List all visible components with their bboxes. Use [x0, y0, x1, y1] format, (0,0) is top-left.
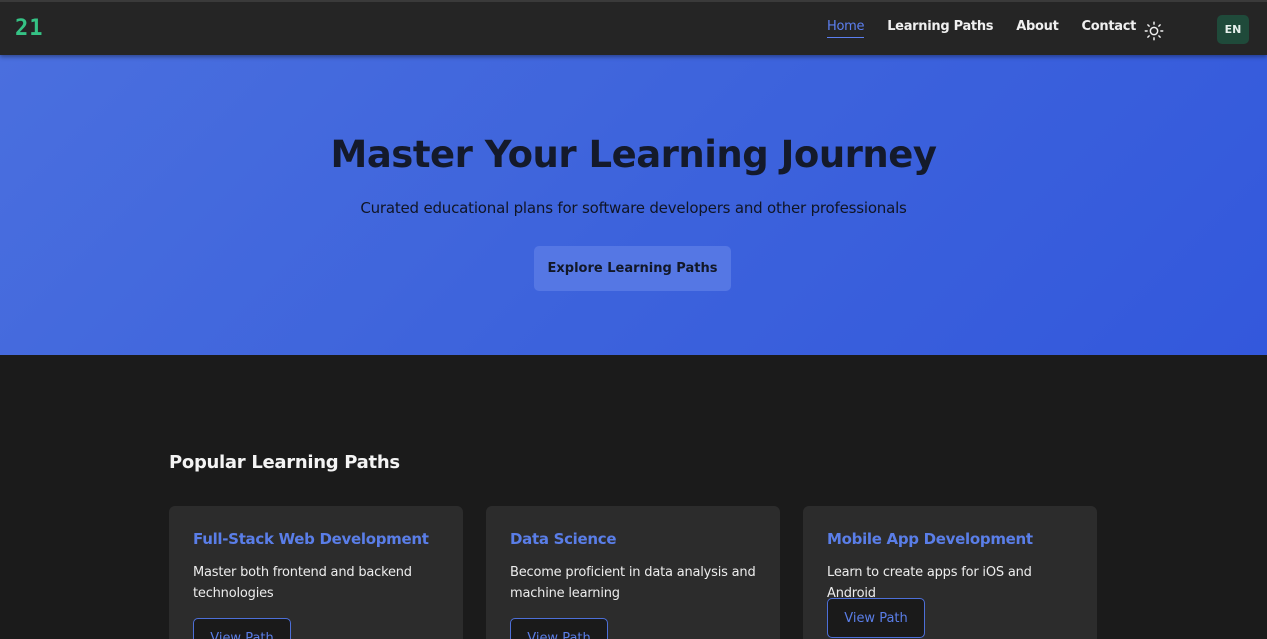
section-title: Popular Learning Paths [169, 452, 400, 473]
hero-title: Master Your Learning Journey [330, 133, 937, 176]
nav-home[interactable]: Home [827, 19, 865, 38]
view-path-button[interactable]: View Path [193, 618, 291, 639]
view-path-button[interactable]: View Path [510, 618, 608, 639]
card-description: Master both frontend and backend technol… [193, 565, 412, 601]
language-button[interactable]: EN [1217, 15, 1249, 44]
top-navbar: 21 Home Learning Paths About Contact EN [0, 0, 1267, 55]
nav-contact[interactable]: Contact [1082, 19, 1137, 38]
theme-toggle-button[interactable] [1143, 20, 1165, 42]
site-logo[interactable]: 21 [15, 16, 44, 41]
card-title: Full-Stack Web Development [193, 530, 429, 548]
sun-icon [1144, 21, 1164, 41]
view-path-button[interactable]: View Path [827, 598, 925, 638]
path-card-mobile-app: Mobile App Development Learn to create a… [803, 506, 1097, 639]
explore-learning-paths-button[interactable]: Explore Learning Paths [534, 246, 731, 291]
card-description: Become proficient in data analysis and m… [510, 565, 756, 601]
main-nav: Home Learning Paths About Contact [827, 19, 1159, 38]
hero-banner: Master Your Learning Journey Curated edu… [0, 55, 1267, 355]
hero-subtitle: Curated educational plans for software d… [360, 199, 907, 217]
page: 21 Home Learning Paths About Contact EN … [0, 0, 1267, 639]
nav-learning-paths[interactable]: Learning Paths [887, 19, 993, 38]
path-card-full-stack: Full-Stack Web Development Master both f… [169, 506, 463, 639]
nav-about[interactable]: About [1016, 19, 1059, 38]
card-title: Data Science [510, 530, 617, 548]
card-title: Mobile App Development [827, 530, 1033, 548]
path-card-data-science: Data Science Become proficient in data a… [486, 506, 780, 639]
